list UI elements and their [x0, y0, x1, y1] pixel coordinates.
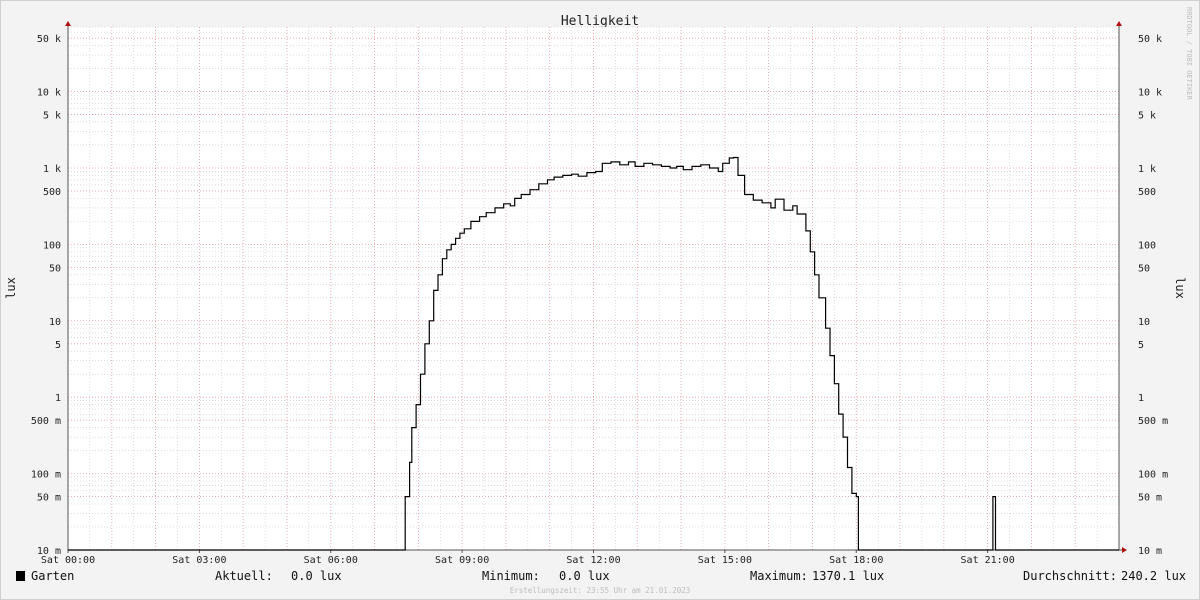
y-tick-label-right: 50 m: [1138, 493, 1162, 504]
x-tick-label: Sat 06:00: [304, 555, 358, 566]
y-tick-label-left: 100 m: [31, 470, 61, 481]
y-tick-label-left: 50: [49, 263, 61, 274]
y-tick-label-right: 500: [1138, 187, 1156, 198]
y-tick-label-right: 50: [1138, 263, 1150, 274]
legend-avg-value: 240.2 lux: [1121, 569, 1186, 583]
y-tick-label-right: 10 k: [1138, 88, 1162, 99]
rrdtool-watermark: RRDTOOL / TOBI OETIKER: [1185, 7, 1193, 101]
y-tick-label-left: 10 m: [37, 546, 61, 557]
y-tick-label-left: 50 k: [37, 34, 61, 45]
y-tick-label-left: 500: [43, 187, 61, 198]
legend-min-label: Minimum:: [482, 569, 540, 583]
y-tick-label-right: 10 m: [1138, 546, 1162, 557]
chart-canvas: Helligkeit Sat 00:00 Sat 03:00 Sat 06:00 Sa…: [4, 7, 1193, 595]
x-tick-label: Sat 09:00: [435, 555, 489, 566]
x-tick-labels: Sat 00:00 Sat 03:00 Sat 06:00 Sat 09:00 Sat …: [41, 550, 1015, 566]
x-tick-label: Sat 15:00: [698, 555, 752, 566]
x-tick-label: Sat 03:00: [172, 555, 226, 566]
y-tick-label-right: 10: [1138, 317, 1150, 328]
legend-max-value: 1370.1 lux: [812, 569, 884, 583]
y-tick-label-left: 10: [49, 317, 61, 328]
x-axis-arrow: [1122, 547, 1127, 553]
y-axis-arrow-left: [65, 21, 71, 26]
chart-page: Helligkeit Sat 00:00 Sat 03:00 Sat 06:00 Sa…: [0, 0, 1200, 600]
y-tick-labels-left: 10 m 50 m 100 m 500 m 1 5 10 50 100 500 1 k 5 k 10 k…: [31, 34, 61, 557]
y-tick-label-right: 5 k: [1138, 111, 1156, 122]
y-tick-label-left: 5 k: [43, 111, 61, 122]
y-tick-labels-right: 10 m 50 m 100 m 500 m 1 5 10 50 100 500 1 k 5 k 10 k…: [1138, 34, 1168, 557]
y-tick-label-left: 50 m: [37, 493, 61, 504]
y-tick-label-right: 5: [1138, 340, 1144, 351]
y-tick-label-right: 50 k: [1138, 34, 1162, 45]
legend-max-label: Maximum:: [750, 569, 808, 583]
y-tick-label-left: 1: [55, 393, 61, 404]
creation-time-footer: Erstellungszeit: 23:55 Uhr am 21.01.2023: [510, 586, 691, 595]
y-tick-label-left: 1 k: [43, 164, 61, 175]
legend-series-name: Garten: [31, 569, 74, 583]
y-tick-label-left: 100: [43, 240, 61, 251]
y-tick-label-right: 1: [1138, 393, 1144, 404]
legend-current-value: 0.0 lux: [291, 569, 342, 583]
x-tick-label: Sat 21:00: [961, 555, 1015, 566]
y-tick-label-right: 100: [1138, 240, 1156, 251]
y-tick-label-left: 5: [55, 340, 61, 351]
legend-min-value: 0.0 lux: [559, 569, 610, 583]
x-tick-label: Sat 12:00: [566, 555, 620, 566]
y-axis-label-right: lux: [1173, 277, 1187, 299]
y-axis-arrow-right: [1116, 21, 1122, 26]
y-tick-label-left: 10 k: [37, 88, 61, 99]
y-axis-label-left: lux: [4, 277, 18, 299]
legend-avg-label: Durchschnitt:: [1023, 569, 1117, 583]
y-tick-label-left: 500 m: [31, 416, 61, 427]
x-tick-label: Sat 18:00: [829, 555, 883, 566]
y-tick-label-right: 100 m: [1138, 470, 1168, 481]
y-tick-label-right: 1 k: [1138, 164, 1156, 175]
legend-swatch-garten: [16, 571, 25, 581]
y-tick-label-right: 500 m: [1138, 416, 1168, 427]
legend-current-label: Aktuell:: [215, 569, 273, 583]
